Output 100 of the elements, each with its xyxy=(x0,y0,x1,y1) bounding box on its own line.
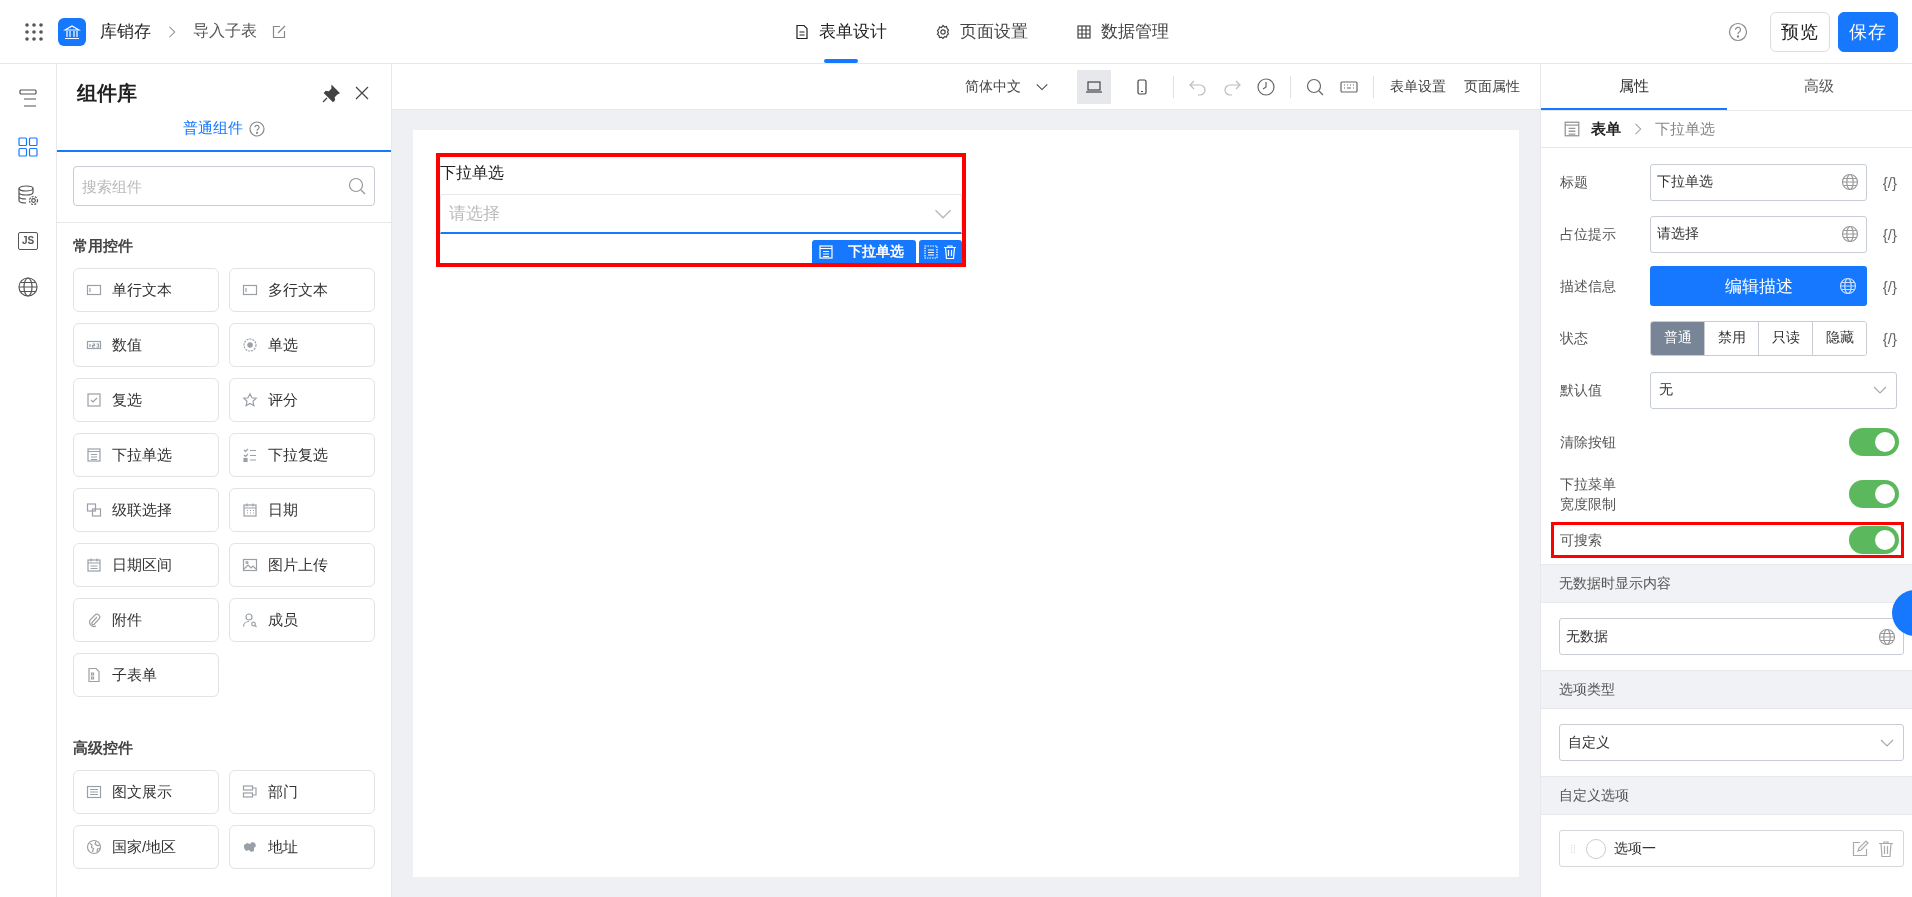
main-tab[interactable]: 页面设置 xyxy=(931,0,1032,63)
copy-icon xyxy=(923,243,939,260)
edit-icon xyxy=(1851,839,1869,858)
component-item[interactable]: 图片上传 xyxy=(229,543,375,587)
components-icon xyxy=(17,136,39,158)
edit-description-button[interactable]: 编辑描述 xyxy=(1650,266,1867,306)
device-toggle[interactable] xyxy=(1077,69,1111,104)
text-field[interactable]: 下拉单选 xyxy=(1650,163,1867,201)
component-item[interactable]: 下拉复选 xyxy=(229,433,375,477)
option-row[interactable]: 选项一 xyxy=(1559,830,1904,867)
text-field[interactable]: 请选择 xyxy=(1650,215,1867,253)
component-item[interactable]: 数值 xyxy=(73,323,219,367)
input-icon xyxy=(86,282,102,298)
search-icon xyxy=(1305,76,1325,97)
component-item[interactable]: 级联选择 xyxy=(73,488,219,532)
component-item[interactable]: 单选 xyxy=(229,323,375,367)
select-field[interactable]: 无 xyxy=(1650,371,1897,409)
dropdown-icon xyxy=(818,243,834,260)
globe-icon xyxy=(1841,225,1859,243)
map-icon xyxy=(242,839,258,855)
trash-icon xyxy=(1877,839,1895,858)
component-item[interactable]: 国家/地区 xyxy=(73,825,219,869)
clock-icon xyxy=(1256,76,1276,97)
document-icon xyxy=(794,23,810,40)
code-toggle[interactable]: {/} xyxy=(1867,277,1897,295)
option-label: 选项一 xyxy=(1614,839,1657,858)
save-button[interactable]: 保存 xyxy=(1838,11,1898,52)
calendar-icon xyxy=(86,557,102,573)
toggle-switch[interactable] xyxy=(1849,480,1899,508)
main-tab[interactable]: 表单设计 xyxy=(790,0,891,63)
document-icon xyxy=(86,667,102,683)
cascade-icon xyxy=(86,502,102,518)
language-select[interactable]: 简体中文 xyxy=(959,76,1055,97)
toolbar-link[interactable]: 表单设置 xyxy=(1388,77,1448,96)
component-item[interactable]: 下拉单选 xyxy=(73,433,219,477)
apps-grid-icon xyxy=(24,21,44,42)
toggle-switch[interactable] xyxy=(1849,526,1899,554)
app-title: 库销存 xyxy=(100,21,151,43)
section-header: 无数据时显示内容 xyxy=(1559,574,1671,593)
component-item[interactable]: 单行文本 xyxy=(73,268,219,312)
property-label: 描述信息 xyxy=(1560,277,1617,296)
toggle-switch[interactable] xyxy=(1849,428,1899,456)
edit-icon xyxy=(271,23,287,40)
component-tab[interactable]: 普通组件 xyxy=(57,107,391,152)
component-item[interactable]: 子表单 xyxy=(73,653,219,697)
image-icon xyxy=(242,557,258,573)
property-label: 清除按钮 xyxy=(1560,433,1617,452)
field-label: 下拉单选 xyxy=(440,163,504,183)
code-toggle[interactable]: {/} xyxy=(1867,329,1897,347)
code-toggle[interactable]: {/} xyxy=(1867,225,1897,243)
help-icon xyxy=(249,120,265,137)
section-header: 自定义选项 xyxy=(1559,786,1629,805)
toolbar-link[interactable]: 页面属性 xyxy=(1462,77,1522,96)
globe-icon xyxy=(86,839,102,855)
property-tab[interactable]: 高级 xyxy=(1726,64,1912,110)
radio-icon xyxy=(242,337,258,353)
select-field[interactable]: 自定义 xyxy=(1559,724,1904,761)
breadcrumb-item: 下拉单选 xyxy=(1655,119,1715,139)
database-settings-icon xyxy=(17,184,39,206)
component-item[interactable]: 日期 xyxy=(229,488,375,532)
group-title: 高级控件 xyxy=(73,739,134,758)
preview-button[interactable]: 预览 xyxy=(1770,11,1830,52)
person-icon xyxy=(242,612,258,628)
globe-icon xyxy=(17,276,39,298)
component-item[interactable]: 评分 xyxy=(229,378,375,422)
property-tab[interactable]: 属性 xyxy=(1541,64,1727,110)
breadcrumb-item[interactable]: 表单 xyxy=(1591,119,1621,139)
status-option[interactable]: 普通 xyxy=(1651,321,1705,355)
component-item[interactable]: 复选 xyxy=(73,378,219,422)
panel-title: 组件库 xyxy=(77,81,138,106)
trash-icon xyxy=(942,243,958,260)
code-toggle[interactable]: {/} xyxy=(1867,173,1897,191)
main-tab[interactable]: 数据管理 xyxy=(1072,0,1173,63)
input-icon xyxy=(242,282,258,298)
checkbox-icon xyxy=(86,392,102,408)
component-item[interactable]: 部门 xyxy=(229,770,375,814)
help-icon xyxy=(1728,21,1748,42)
globe-icon xyxy=(1878,627,1896,646)
form-icon xyxy=(1563,120,1581,138)
outline-icon xyxy=(17,88,39,110)
selected-field-frame[interactable]: 下拉单选 请选择 下拉单选 xyxy=(436,153,966,267)
component-item[interactable]: 多行文本 xyxy=(229,268,375,312)
group-title: 常用控件 xyxy=(73,237,134,256)
pin-icon xyxy=(321,83,341,104)
property-label: 标题 xyxy=(1560,173,1589,192)
paperclip-icon xyxy=(86,612,102,628)
text-lines-icon xyxy=(86,784,102,800)
component-item[interactable]: 地址 xyxy=(229,825,375,869)
search-field[interactable]: 搜索组件 xyxy=(73,166,375,206)
table-icon xyxy=(1076,23,1092,40)
dropdown-icon xyxy=(86,447,102,463)
text-field[interactable]: 无数据 xyxy=(1559,618,1904,655)
component-item[interactable]: 成员 xyxy=(229,598,375,642)
property-label: 下拉菜单宽度限制 xyxy=(1560,475,1617,514)
component-item[interactable]: 日期区间 xyxy=(73,543,219,587)
gear-icon xyxy=(935,23,951,40)
component-item[interactable]: 附件 xyxy=(73,598,219,642)
js-icon: JS xyxy=(17,232,39,250)
property-label: 默认值 xyxy=(1560,381,1603,400)
component-item[interactable]: 图文展示 xyxy=(73,770,219,814)
